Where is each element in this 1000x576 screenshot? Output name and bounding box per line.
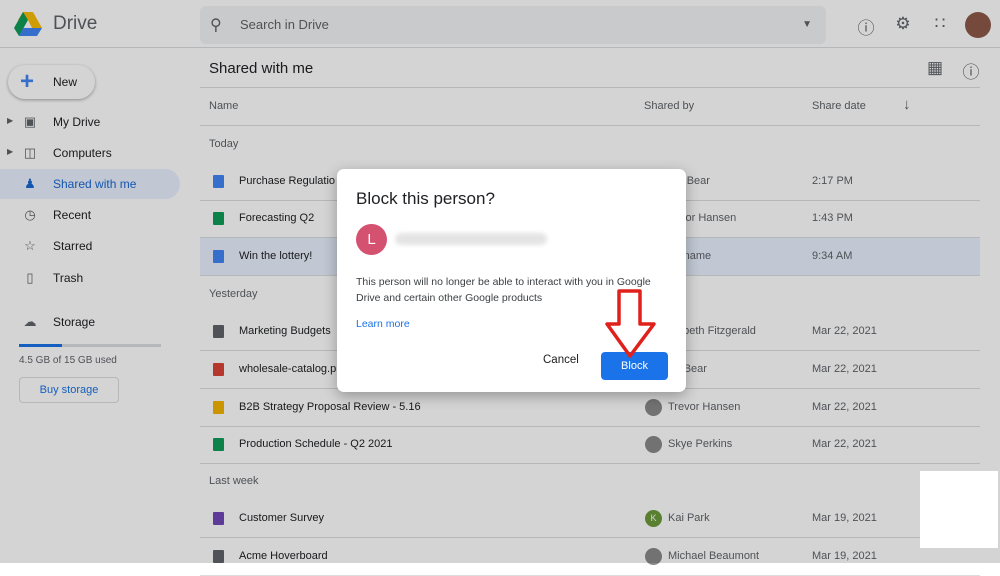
dialog-title: Block this person? bbox=[356, 189, 495, 208]
learn-more-link[interactable]: Learn more bbox=[356, 318, 410, 330]
blank-overlay-box bbox=[920, 471, 998, 548]
annotation-arrow-icon bbox=[605, 289, 656, 358]
cancel-button[interactable]: Cancel bbox=[543, 354, 579, 366]
blurred-email bbox=[395, 233, 547, 245]
user-avatar: L bbox=[356, 224, 387, 255]
